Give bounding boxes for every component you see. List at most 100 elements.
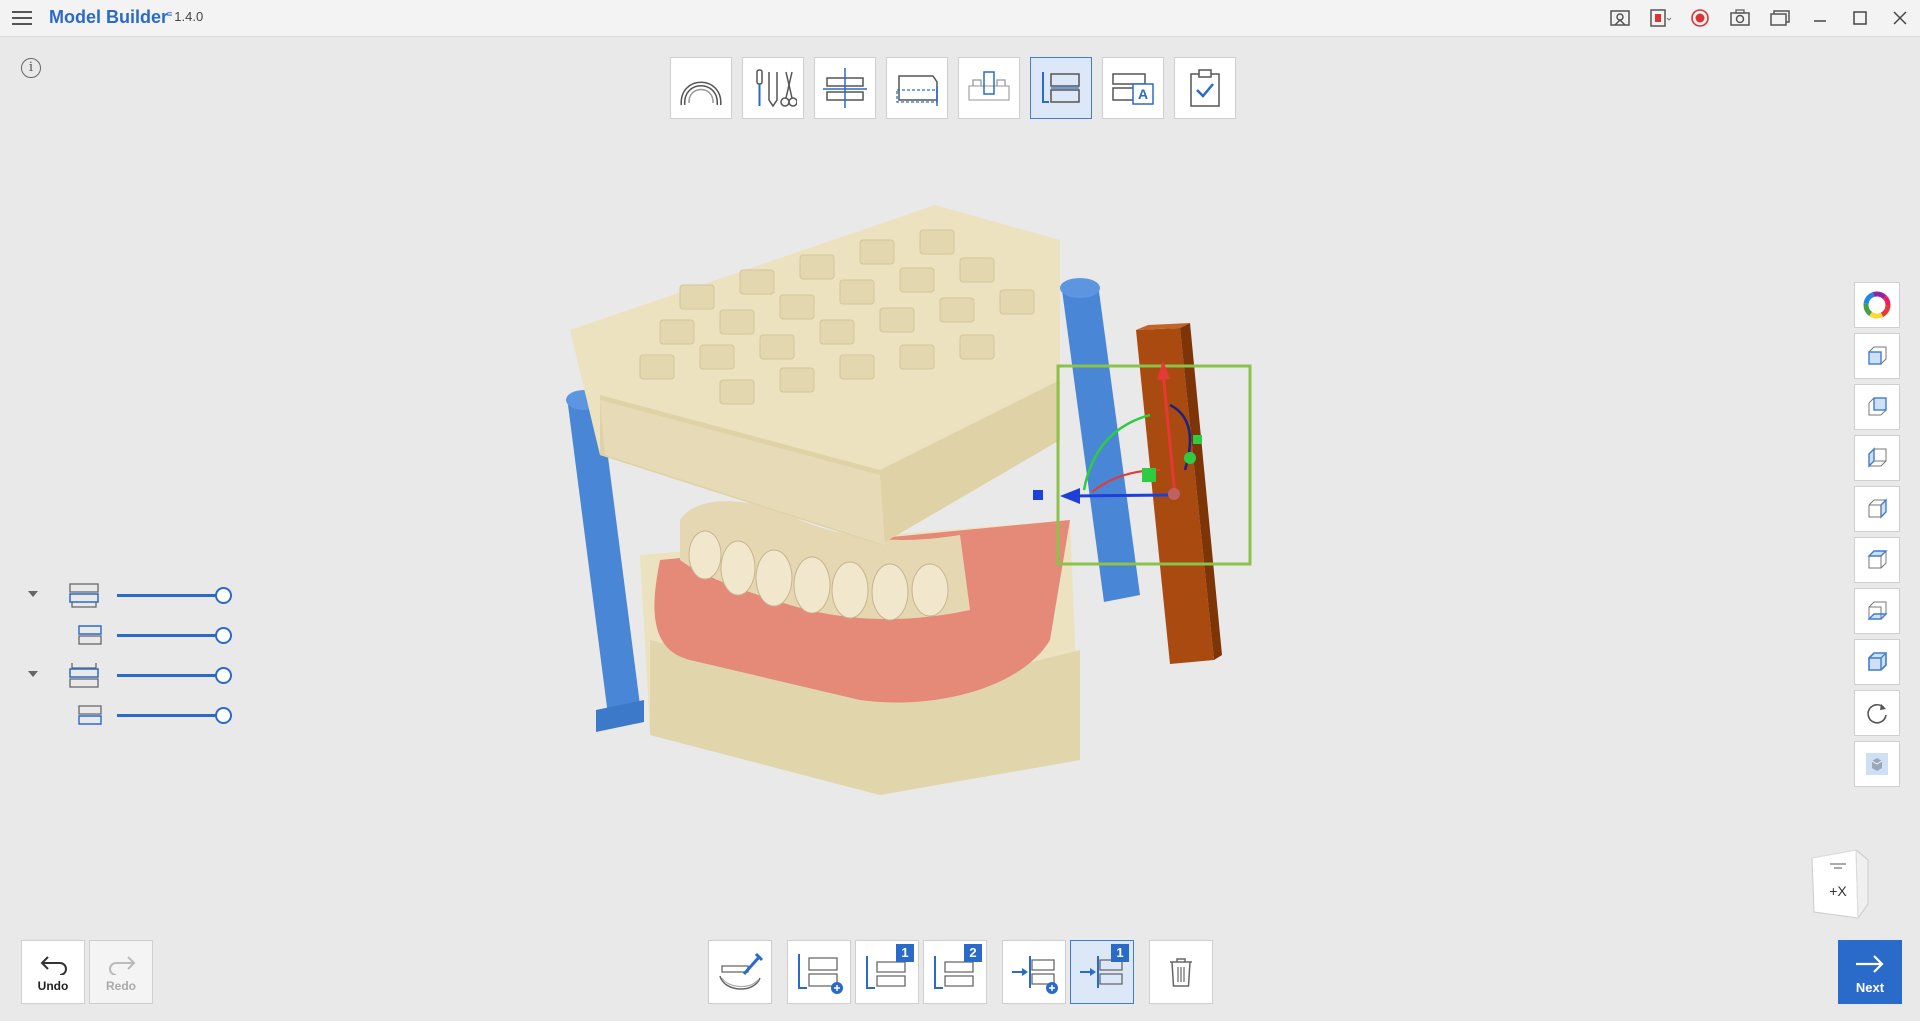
slider-row-upper-scan xyxy=(20,620,250,650)
texture-toggle-button[interactable] xyxy=(1854,741,1900,787)
reset-view-button[interactable] xyxy=(1854,690,1900,736)
opacity-slider-knob[interactable] xyxy=(215,627,232,644)
view-toolbar xyxy=(1854,282,1902,792)
visibility-slider-panel xyxy=(20,580,250,740)
insert-connector-icon xyxy=(1012,956,1058,994)
view-top-cube-icon xyxy=(1867,550,1888,569)
delete-button[interactable] xyxy=(1149,940,1213,1004)
view-bottom-cube-icon xyxy=(1867,601,1888,620)
expand-caret-icon[interactable] xyxy=(28,671,38,677)
arch-step-button[interactable] xyxy=(670,57,732,119)
undo-label: Undo xyxy=(37,979,69,993)
svg-text:A: A xyxy=(1138,86,1148,102)
trim-tools-icon xyxy=(756,69,797,108)
dental-model-scene xyxy=(566,205,1252,795)
redo-icon xyxy=(109,956,136,975)
opacity-slider-track[interactable] xyxy=(117,634,225,637)
alignment-plane-icon xyxy=(823,68,867,108)
opacity-slider-knob[interactable] xyxy=(215,667,232,684)
redo-label: Redo xyxy=(106,979,136,993)
workflow-toolbar: A xyxy=(670,57,1236,119)
articulator-step-button[interactable] xyxy=(1030,57,1092,119)
upper-model-icon xyxy=(69,583,99,608)
3d-viewport[interactable] xyxy=(540,190,1270,810)
undo-button[interactable]: Undo xyxy=(21,940,85,1004)
trim-tools-step-button[interactable] xyxy=(742,57,804,119)
upper-scan-icon xyxy=(78,625,102,645)
next-button[interactable]: Next xyxy=(1838,940,1902,1004)
articulator-connector-icon xyxy=(1042,72,1080,103)
add-connector-icon xyxy=(798,954,843,994)
app-title: Model Builder xyxy=(49,7,169,27)
label-text-icon: A xyxy=(1112,73,1154,105)
app-version: ≡ 1.4.0 xyxy=(167,9,204,24)
opacity-slider-track[interactable] xyxy=(117,714,225,717)
redo-button[interactable]: Redo xyxy=(89,940,153,1004)
lower-scan-icon xyxy=(78,705,102,725)
die-step-button[interactable] xyxy=(958,57,1020,119)
arrow-right-icon xyxy=(1856,955,1884,973)
view-right-cube-icon xyxy=(1868,498,1887,519)
next-label: Next xyxy=(1855,980,1885,995)
title-bar: Model Builder ≡ 1.4.0 xyxy=(0,0,1920,37)
right-connector-rod xyxy=(1060,278,1140,602)
view-top-button[interactable] xyxy=(1854,537,1900,583)
hamburger-menu-icon[interactable] xyxy=(10,6,34,30)
view-iso-cube-icon xyxy=(1868,652,1887,671)
gallery-icon[interactable] xyxy=(1760,0,1800,36)
slider-row-upper-model xyxy=(20,580,250,610)
view-left-button[interactable] xyxy=(1854,435,1900,481)
view-front-cube-icon xyxy=(1868,346,1887,365)
model-base-icon xyxy=(896,75,938,106)
color-wheel-icon xyxy=(1863,291,1891,319)
camera-icon[interactable] xyxy=(1720,0,1760,36)
view-front-button[interactable] xyxy=(1854,333,1900,379)
insert-connector-button[interactable] xyxy=(1002,940,1066,1004)
texture-toggle-icon xyxy=(1866,753,1888,775)
opacity-slider-knob[interactable] xyxy=(215,707,232,724)
record-region-icon[interactable] xyxy=(1640,0,1680,36)
view-right-button[interactable] xyxy=(1854,486,1900,532)
opacity-slider-track[interactable] xyxy=(117,674,225,677)
view-iso-button[interactable] xyxy=(1854,639,1900,685)
connector-2-button[interactable]: 2 xyxy=(923,940,987,1004)
opacity-slider-track[interactable] xyxy=(117,594,225,597)
alignment-step-button[interactable] xyxy=(814,57,876,119)
complete-step-button[interactable] xyxy=(1174,57,1236,119)
move-connector-1-button[interactable]: 1 xyxy=(1070,940,1134,1004)
lower-model-icon xyxy=(69,663,99,688)
connector-number-badge: 1 xyxy=(896,944,914,962)
upper-model-base xyxy=(570,205,1060,545)
navcube-axis-label: +X xyxy=(1829,883,1847,899)
trash-icon xyxy=(1170,958,1192,987)
brush-scan-icon xyxy=(719,952,764,990)
label-step-button[interactable]: A xyxy=(1102,57,1164,119)
connector-number-badge: 1 xyxy=(1111,944,1129,962)
maximize-icon[interactable] xyxy=(1840,0,1880,36)
connector-number-badge: 2 xyxy=(964,944,982,962)
reset-view-icon xyxy=(1867,703,1887,724)
add-connector-button[interactable] xyxy=(787,940,851,1004)
undo-icon xyxy=(40,956,67,975)
slider-row-lower-scan xyxy=(20,700,250,730)
screen-capture-icon[interactable] xyxy=(1600,0,1640,36)
color-wheel-button[interactable] xyxy=(1854,282,1900,328)
connector-1-button[interactable]: 1 xyxy=(855,940,919,1004)
minimize-icon[interactable] xyxy=(1800,0,1840,36)
die-icon xyxy=(968,71,1010,101)
close-icon[interactable] xyxy=(1880,0,1920,36)
checklist-icon xyxy=(1190,69,1220,107)
opacity-slider-knob[interactable] xyxy=(215,587,232,604)
base-step-button[interactable] xyxy=(886,57,948,119)
info-icon[interactable]: i xyxy=(21,58,41,78)
view-back-cube-icon xyxy=(1868,397,1887,416)
view-back-button[interactable] xyxy=(1854,384,1900,430)
expand-caret-icon[interactable] xyxy=(28,591,38,597)
dental-arch-icon xyxy=(680,81,722,106)
record-icon[interactable] xyxy=(1680,0,1720,36)
view-left-cube-icon xyxy=(1868,447,1887,468)
scan-brush-button[interactable] xyxy=(708,940,772,1004)
navigation-cube[interactable]: +X xyxy=(1808,848,1874,920)
view-bottom-button[interactable] xyxy=(1854,588,1900,634)
slider-row-lower-model xyxy=(20,660,250,690)
